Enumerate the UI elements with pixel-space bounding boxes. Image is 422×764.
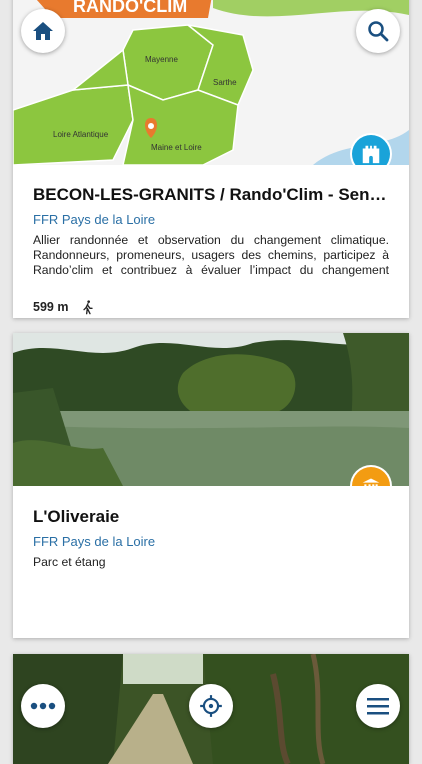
menu-button[interactable] xyxy=(356,684,400,728)
map-banner-text: RANDO'CLIM xyxy=(73,0,187,16)
menu-icon xyxy=(367,698,389,715)
museum-icon xyxy=(362,478,380,486)
card-title: L'Oliveraie xyxy=(33,507,120,526)
hiker-icon xyxy=(83,300,94,315)
search-button[interactable] xyxy=(356,9,400,53)
poi-card-rando-clim[interactable]: RANDO'CLIM Mayenne Sarthe Loire Atlantiq… xyxy=(13,0,409,318)
card-description: Parc et étang xyxy=(33,555,106,569)
home-icon xyxy=(33,22,53,40)
locate-button[interactable] xyxy=(189,684,233,728)
castle-badge xyxy=(352,135,390,165)
poi-card-oliveraie[interactable]: L'Oliveraie FFR Pays de la Loire Parc et… xyxy=(13,333,409,638)
card-organization: FFR Pays de la Loire xyxy=(33,212,156,227)
crosshair-icon xyxy=(200,695,222,717)
castle-icon xyxy=(362,145,380,164)
search-icon xyxy=(368,21,389,42)
svg-text:Loire Atlantique: Loire Atlantique xyxy=(53,130,109,139)
svg-text:Maine et Loire: Maine et Loire xyxy=(151,143,202,152)
card-organization: FFR Pays de la Loire xyxy=(33,534,156,549)
svg-text:Sarthe: Sarthe xyxy=(213,78,237,87)
card-meta: 599 m xyxy=(33,298,389,316)
card-image-map: RANDO'CLIM Mayenne Sarthe Loire Atlantiq… xyxy=(13,0,409,165)
more-button[interactable] xyxy=(21,684,65,728)
distance-label: 599 m xyxy=(33,300,69,314)
more-icon xyxy=(30,702,56,710)
card-description: Allier randonnée et observation du chang… xyxy=(33,233,389,277)
svg-text:Mayenne: Mayenne xyxy=(145,55,178,64)
card-image-pond xyxy=(13,333,409,486)
home-button[interactable] xyxy=(21,9,65,53)
card-title: BECON-LES-GRANITS / Rando'Clim - Senti… xyxy=(33,185,389,204)
